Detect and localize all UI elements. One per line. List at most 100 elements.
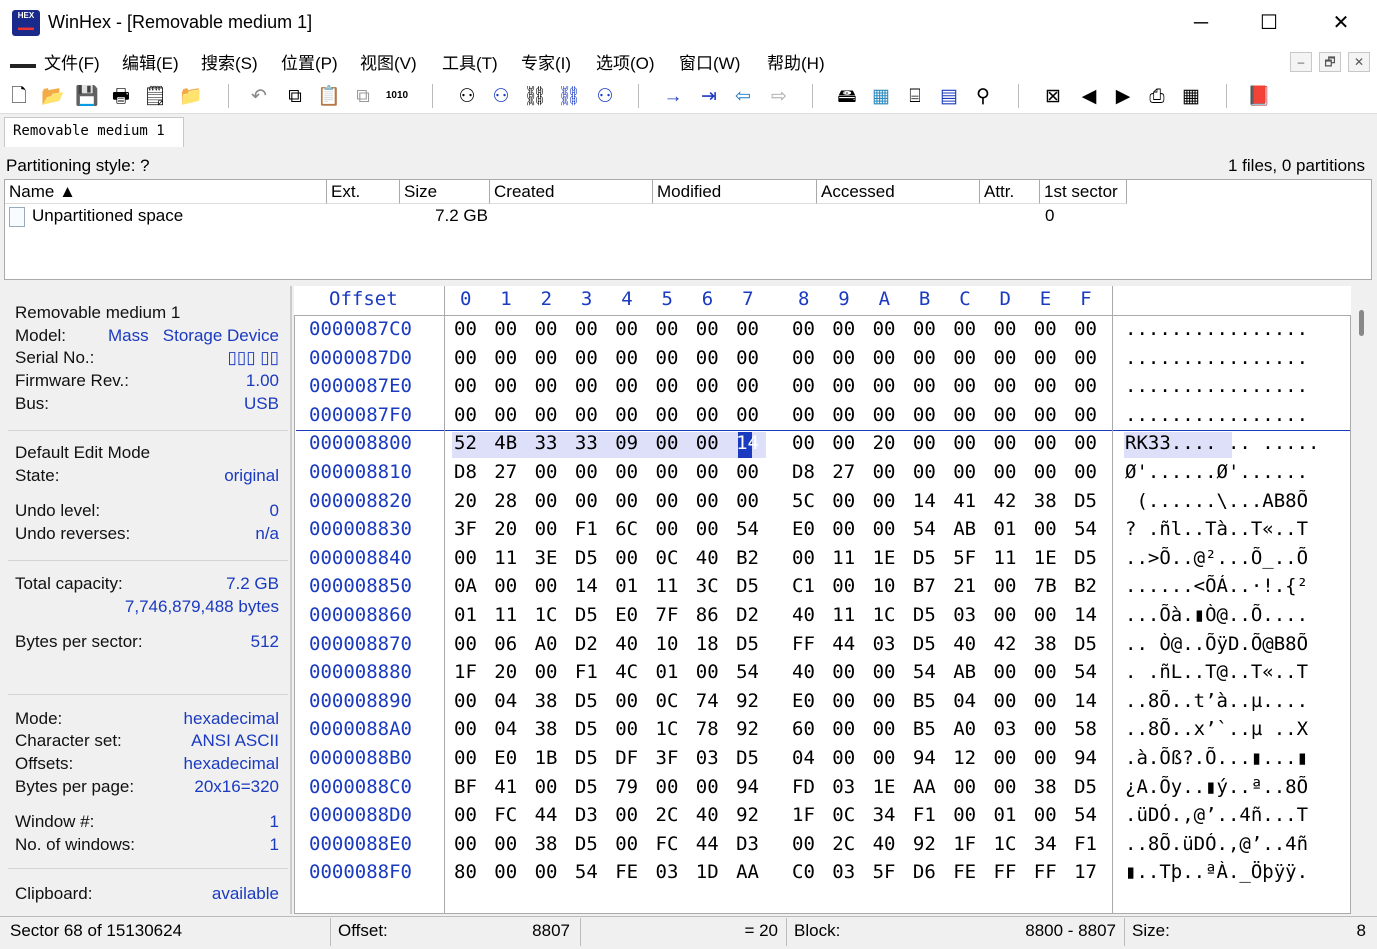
- hex-byte[interactable]: 00: [696, 375, 719, 397]
- hex-byte[interactable]: 00: [656, 776, 679, 798]
- hex-byte[interactable]: 00: [913, 461, 936, 483]
- hex-byte[interactable]: 00: [535, 490, 558, 512]
- hex-byte[interactable]: 86: [696, 604, 719, 626]
- hex-byte[interactable]: 4B: [494, 432, 517, 454]
- hex-byte[interactable]: 00: [1034, 518, 1057, 540]
- hex-byte[interactable]: 00: [873, 718, 896, 740]
- hex-byte[interactable]: D5: [575, 776, 598, 798]
- hex-offset[interactable]: 0000087C0: [309, 318, 412, 340]
- hex-byte[interactable]: 00: [832, 575, 855, 597]
- hex-byte[interactable]: AB: [953, 661, 976, 683]
- hex-byte[interactable]: 80: [454, 861, 477, 883]
- hex-byte[interactable]: 00: [792, 375, 815, 397]
- hex-byte[interactable]: 00: [913, 347, 936, 369]
- hex-byte[interactable]: 00: [994, 690, 1017, 712]
- replace-text-icon[interactable]: ⛓: [522, 84, 548, 108]
- hex-byte[interactable]: 2C: [832, 833, 855, 855]
- back-icon[interactable]: ⇦: [730, 84, 756, 108]
- hex-byte[interactable]: 00: [696, 518, 719, 540]
- hex-byte[interactable]: 10: [873, 575, 896, 597]
- hex-byte[interactable]: 6C: [615, 518, 638, 540]
- hex-byte[interactable]: 54: [1074, 804, 1097, 826]
- hex-byte[interactable]: 14: [1074, 690, 1097, 712]
- hex-byte[interactable]: 00: [873, 347, 896, 369]
- analyze-icon[interactable]: ⚲: [970, 84, 996, 108]
- hex-byte[interactable]: 44: [832, 633, 855, 655]
- copy-block-icon[interactable]: ⧉: [350, 84, 376, 108]
- hex-byte[interactable]: 58: [1074, 718, 1097, 740]
- hex-byte[interactable]: 04: [494, 718, 517, 740]
- hex-byte[interactable]: 00: [1034, 661, 1057, 683]
- hex-byte[interactable]: 00: [575, 461, 598, 483]
- hex-byte[interactable]: 00: [913, 318, 936, 340]
- hex-byte[interactable]: 00: [696, 347, 719, 369]
- hex-ascii[interactable]: ................: [1125, 347, 1347, 369]
- column-header-ext[interactable]: Ext.: [327, 180, 400, 204]
- hex-byte[interactable]: 1C: [535, 604, 558, 626]
- hex-byte[interactable]: 34: [1034, 833, 1057, 855]
- hex-byte[interactable]: 11: [656, 575, 679, 597]
- hex-byte[interactable]: 0C: [832, 804, 855, 826]
- hex-byte[interactable]: 00: [575, 404, 598, 426]
- hex-byte[interactable]: 00: [1034, 690, 1057, 712]
- hex-offset[interactable]: 0000088C0: [309, 776, 412, 798]
- hex-byte[interactable]: 00: [736, 318, 759, 340]
- hex-byte[interactable]: 00: [792, 318, 815, 340]
- hex-ascii[interactable]: . .ñL..T@..T«..T: [1125, 661, 1347, 683]
- mdi-minimize-button[interactable]: –: [1290, 52, 1312, 72]
- hex-byte[interactable]: D5: [575, 833, 598, 855]
- hex-byte[interactable]: 00: [575, 490, 598, 512]
- replace-hex-icon[interactable]: ⛓: [556, 84, 582, 108]
- hex-byte[interactable]: 54: [913, 661, 936, 683]
- hex-byte[interactable]: 38: [535, 718, 558, 740]
- hex-byte[interactable]: D8: [454, 461, 477, 483]
- document-window-icon[interactable]: [10, 50, 36, 68]
- column-header-created[interactable]: Created: [490, 180, 653, 204]
- hex-byte[interactable]: 03: [953, 604, 976, 626]
- hex-byte[interactable]: 44: [535, 804, 558, 826]
- help-book-icon[interactable]: 📕: [1246, 84, 1272, 108]
- hex-byte[interactable]: FE: [615, 861, 638, 883]
- hex-offset[interactable]: 000008820: [309, 490, 412, 512]
- hex-ascii[interactable]: ................: [1125, 404, 1347, 426]
- menu-search[interactable]: 搜索(S): [201, 49, 258, 74]
- hex-byte[interactable]: 00: [535, 347, 558, 369]
- hex-byte[interactable]: 00: [792, 347, 815, 369]
- hex-byte[interactable]: 44: [696, 833, 719, 855]
- hex-byte[interactable]: 00: [535, 661, 558, 683]
- hex-offset[interactable]: 000008800: [309, 432, 412, 454]
- hex-byte[interactable]: 1E: [1034, 547, 1057, 569]
- hex-byte[interactable]: FF: [994, 861, 1017, 883]
- new-file-icon[interactable]: 🗋: [6, 84, 32, 108]
- hex-byte[interactable]: 03: [873, 633, 896, 655]
- hex-byte[interactable]: 00: [1034, 318, 1057, 340]
- hex-byte[interactable]: 0C: [656, 690, 679, 712]
- snapshot-icon[interactable]: ⎙: [1144, 84, 1170, 108]
- hex-byte[interactable]: 00: [953, 776, 976, 798]
- properties-icon[interactable]: 🗒: [142, 84, 168, 108]
- hex-byte[interactable]: 3F: [454, 518, 477, 540]
- hex-byte[interactable]: 11: [494, 604, 517, 626]
- disk-tools-icon[interactable]: 🖴: [834, 84, 860, 108]
- data-interpreter-icon[interactable]: ▦: [1178, 84, 1204, 108]
- ram-editor-icon[interactable]: ▦: [868, 84, 894, 108]
- hex-byte[interactable]: D2: [736, 604, 759, 626]
- hex-byte[interactable]: 00: [696, 432, 719, 454]
- hex-offset[interactable]: 0000087F0: [309, 404, 412, 426]
- hex-byte[interactable]: 54: [1074, 661, 1097, 683]
- hex-byte[interactable]: E0: [792, 690, 815, 712]
- hex-byte[interactable]: B7: [913, 575, 936, 597]
- hex-byte[interactable]: 38: [535, 833, 558, 855]
- hex-byte[interactable]: 00: [535, 375, 558, 397]
- hex-byte[interactable]: B5: [913, 718, 936, 740]
- status-block-value[interactable]: 8800 - 8807: [960, 921, 1116, 941]
- hex-byte[interactable]: 00: [696, 404, 719, 426]
- hex-byte[interactable]: D6: [913, 861, 936, 883]
- hex-byte[interactable]: 04: [953, 690, 976, 712]
- hex-byte[interactable]: 03: [696, 747, 719, 769]
- menu-edit[interactable]: 编辑(E): [122, 49, 179, 74]
- hex-byte[interactable]: 92: [736, 690, 759, 712]
- hex-byte[interactable]: 00: [913, 404, 936, 426]
- hex-byte[interactable]: 1E: [873, 547, 896, 569]
- hex-byte[interactable]: 00: [535, 776, 558, 798]
